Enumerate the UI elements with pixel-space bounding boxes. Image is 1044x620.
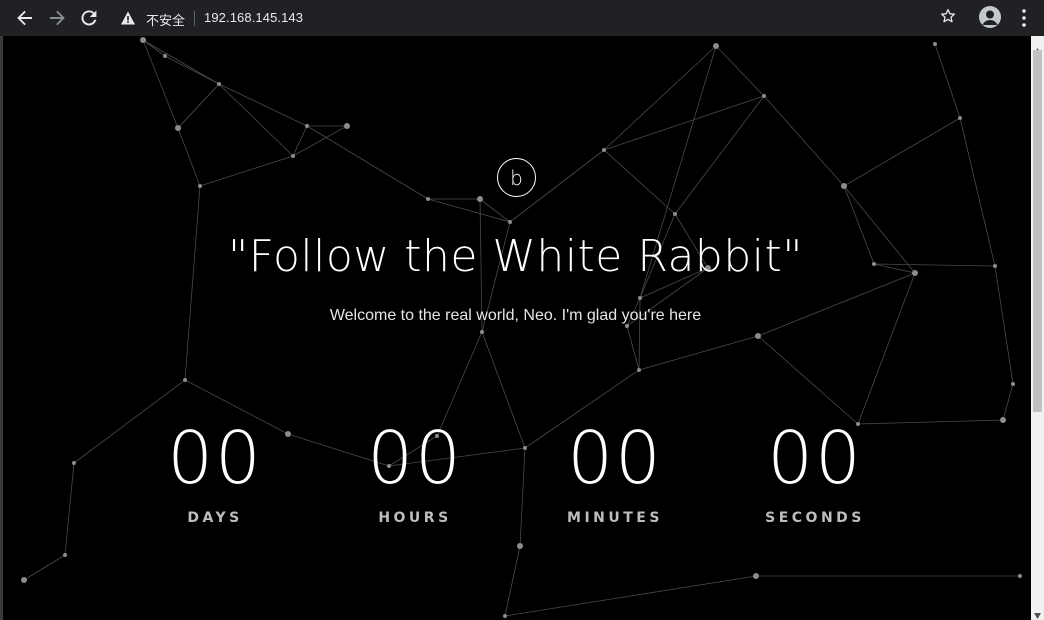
countdown-hours-value: 00 <box>367 416 463 500</box>
page-title: "Follow the White Rabbit" <box>227 231 803 282</box>
star-icon[interactable] <box>940 8 956 28</box>
address-bar[interactable]: 不安全 192.168.145.143 <box>110 4 980 32</box>
countdown-hours: 00 HOURS <box>315 416 515 526</box>
scroll-down-arrow-icon[interactable] <box>1034 604 1041 620</box>
forward-button[interactable] <box>45 6 69 30</box>
reload-icon <box>80 9 98 27</box>
countdown-days-value: 00 <box>167 416 263 500</box>
page-viewport: b "Follow the White Rabbit" Welcome to t… <box>0 36 1031 620</box>
countdown-days: 00 DAYS <box>115 416 315 526</box>
countdown-minutes-label: MINUTES <box>567 510 663 526</box>
back-button[interactable] <box>13 6 37 30</box>
profile-avatar-icon[interactable] <box>979 6 1001 28</box>
three-dot-menu-icon[interactable] <box>1016 8 1032 32</box>
address-separator <box>194 11 195 26</box>
arrow-left-icon <box>16 9 34 27</box>
page-subtitle: Welcome to the real world, Neo. I'm glad… <box>329 307 702 324</box>
scrollbar-thumb[interactable] <box>1033 50 1042 412</box>
countdown-days-label: DAYS <box>187 510 243 526</box>
countdown-minutes-value: 00 <box>567 416 663 500</box>
countdown-minutes: 00 MINUTES <box>515 416 715 526</box>
window-edge <box>0 36 3 620</box>
vertical-scrollbar[interactable] <box>1031 36 1044 620</box>
countdown-seconds-label: SECONDS <box>765 510 865 526</box>
url-text[interactable]: 192.168.145.143 <box>204 10 303 25</box>
landing-content: b "Follow the White Rabbit" Welcome to t… <box>0 36 1031 620</box>
arrow-right-icon <box>48 9 66 27</box>
countdown-hours-label: HOURS <box>378 510 452 526</box>
security-label[interactable]: 不安全 <box>146 10 185 29</box>
reload-button[interactable] <box>77 6 101 30</box>
countdown-seconds: 00 SECONDS <box>715 416 915 526</box>
warning-triangle-icon[interactable] <box>120 10 136 30</box>
brand-logo[interactable]: b <box>497 158 536 197</box>
browser-toolbar: 不安全 192.168.145.143 <box>0 0 1044 36</box>
countdown-seconds-value: 00 <box>767 416 863 500</box>
